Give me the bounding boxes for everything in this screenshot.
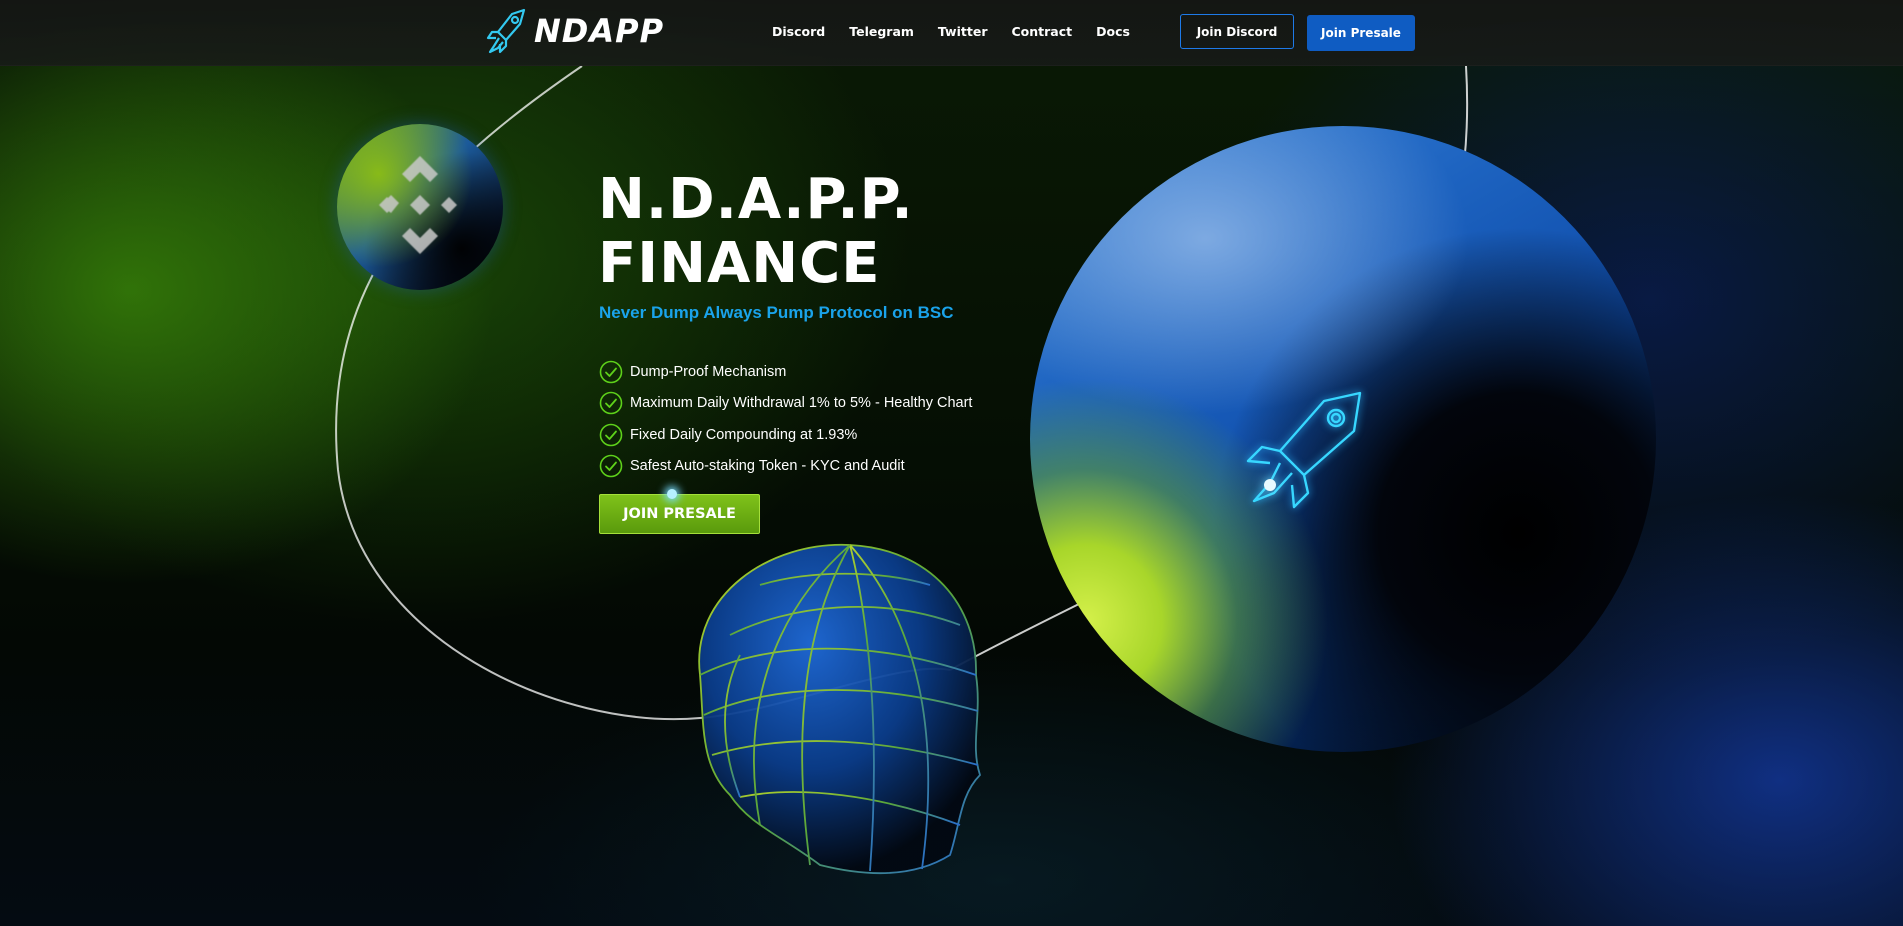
join-presale-button-label: JOIN PRESALE — [623, 506, 736, 522]
nav-link-twitter[interactable]: Twitter — [938, 24, 988, 39]
logo-text: NDAPP — [534, 12, 665, 50]
nav-link-contract[interactable]: Contract — [1012, 24, 1073, 39]
nav-link-docs[interactable]: Docs — [1096, 24, 1130, 39]
logo[interactable]: NDAPP — [486, 6, 664, 56]
check-icon — [599, 360, 623, 384]
join-presale-button[interactable]: JOIN PRESALE — [599, 489, 760, 534]
feature-item: Safest Auto-staking Token - KYC and Audi… — [599, 451, 972, 483]
feature-label: Maximum Daily Withdrawal 1% to 5% - Heal… — [630, 395, 973, 412]
rocket-icon — [1246, 391, 1362, 509]
check-icon — [599, 454, 623, 478]
hero-title-line1: N.D.A.P.P. — [598, 167, 914, 232]
feature-item: Maximum Daily Withdrawal 1% to 5% - Heal… — [599, 388, 972, 420]
feature-label: Safest Auto-staking Token - KYC and Audi… — [630, 458, 905, 475]
rocket-logo-icon — [486, 8, 526, 54]
join-discord-button[interactable]: Join Discord — [1180, 14, 1294, 49]
hero-title: N.D.A.P.P. FINANCE — [598, 168, 914, 296]
nav-link-discord[interactable]: Discord — [772, 24, 825, 39]
page: NDAPP Discord Telegram Twitter Contract … — [0, 0, 1903, 926]
feature-label: Dump-Proof Mechanism — [630, 363, 787, 380]
wireframe-head-icon — [698, 543, 982, 875]
main-nav: Discord Telegram Twitter Contract Docs — [772, 24, 1130, 39]
check-icon — [599, 423, 623, 447]
feature-label: Fixed Daily Compounding at 1.93% — [630, 426, 858, 443]
feature-item: Fixed Daily Compounding at 1.93% — [599, 419, 972, 451]
glow-dot — [667, 489, 677, 499]
site-header: NDAPP Discord Telegram Twitter Contract … — [0, 0, 1903, 66]
join-presale-header-button[interactable]: Join Presale — [1307, 15, 1415, 51]
check-icon — [599, 391, 623, 415]
binance-icon — [379, 156, 457, 254]
feature-item: Dump-Proof Mechanism — [599, 356, 972, 388]
nav-link-telegram[interactable]: Telegram — [849, 24, 914, 39]
hero-subtitle: Never Dump Always Pump Protocol on BSC — [599, 303, 954, 322]
hero-title-line2: FINANCE — [598, 231, 881, 296]
feature-list: Dump-Proof Mechanism Maximum Daily Withd… — [599, 356, 972, 482]
binance-orb — [337, 124, 503, 290]
